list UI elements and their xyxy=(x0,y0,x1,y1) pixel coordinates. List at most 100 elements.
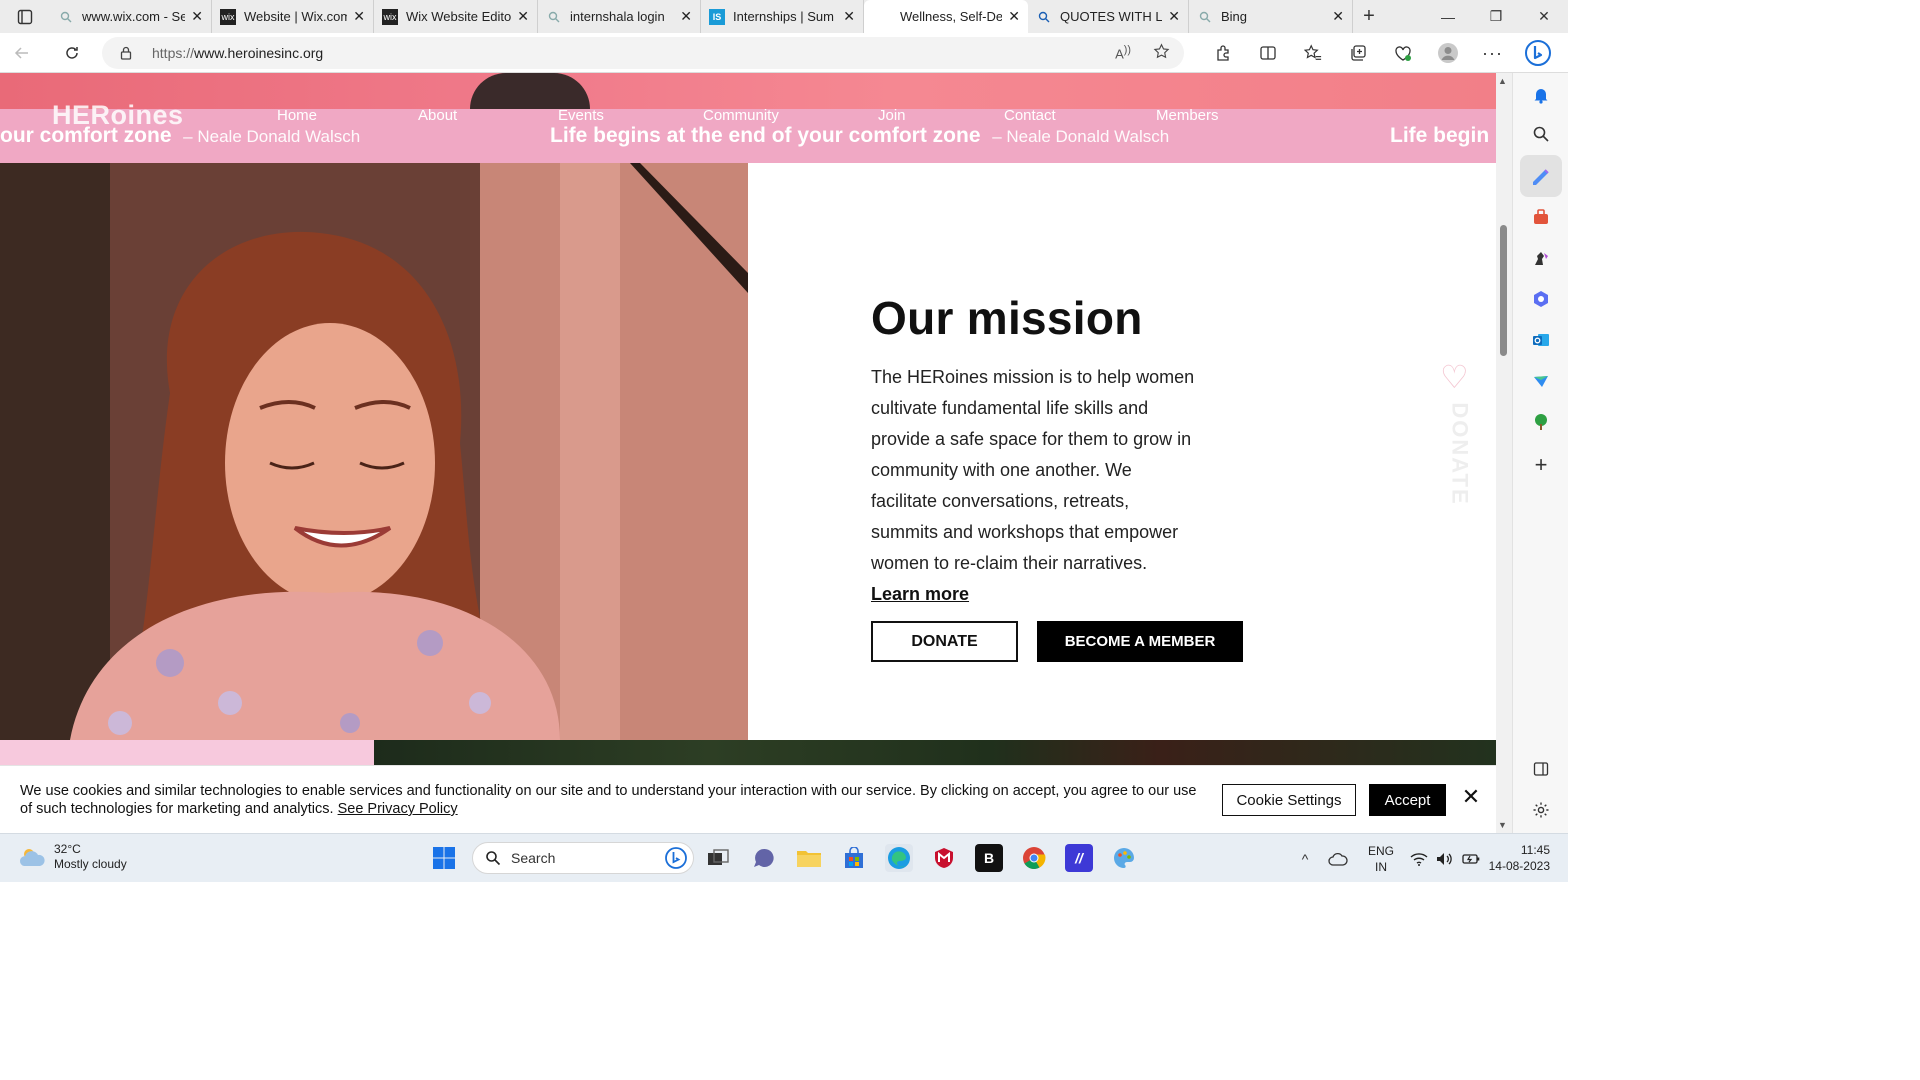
page-scrollbar[interactable]: ▲ ▼ xyxy=(1496,73,1512,833)
tab-actions-button[interactable] xyxy=(0,0,50,33)
chevron-up-icon[interactable]: ^ xyxy=(1290,851,1320,867)
task-view-icon[interactable] xyxy=(704,844,732,872)
settings-more-icon[interactable]: ··· xyxy=(1470,33,1515,73)
browser-tab[interactable]: Bing ✕ xyxy=(1189,0,1353,33)
file-explorer-icon[interactable] xyxy=(795,844,823,872)
close-tab-icon[interactable]: ✕ xyxy=(191,8,203,25)
close-tab-icon[interactable]: ✕ xyxy=(680,8,692,25)
mcafee-icon[interactable] xyxy=(930,844,958,872)
back-button[interactable] xyxy=(0,33,44,73)
shopping-icon[interactable] xyxy=(1527,203,1555,231)
side-donate-widget[interactable]: ♡ DONATE xyxy=(1436,361,1476,511)
games-icon[interactable] xyxy=(1527,244,1555,272)
browser-tab-bar: www.wix.com - Se ✕ wix Website | Wix.com… xyxy=(0,0,1568,33)
browser-tab[interactable]: QUOTES WITH LE ✕ xyxy=(1028,0,1189,33)
scroll-up-icon[interactable]: ▲ xyxy=(1498,76,1507,86)
search-icon xyxy=(486,851,501,866)
chrome-icon[interactable] xyxy=(1020,844,1048,872)
hide-sidebar-icon[interactable] xyxy=(1527,755,1555,783)
profile-avatar-icon[interactable] xyxy=(1425,33,1470,73)
system-tray: ^ ENG IN xyxy=(1290,834,1484,883)
microsoft-store-icon[interactable] xyxy=(840,844,868,872)
close-tab-icon[interactable]: ✕ xyxy=(517,8,529,25)
cookie-message: We use cookies and similar technologies … xyxy=(20,782,1200,818)
add-sidebar-app-icon[interactable]: + xyxy=(1527,451,1555,479)
microsoft-365-icon[interactable] xyxy=(1527,285,1555,313)
browser-tab[interactable]: wix Wix Website Edito ✕ xyxy=(374,0,538,33)
hero-image-subject xyxy=(470,73,590,109)
browser-tab[interactable]: IS Internships | Sum ✕ xyxy=(701,0,864,33)
collections-icon[interactable] xyxy=(1335,33,1380,73)
windows-start-icon[interactable] xyxy=(432,846,456,870)
nav-link-join[interactable]: Join xyxy=(878,107,906,124)
cookie-banner: We use cookies and similar technologies … xyxy=(0,765,1496,833)
cookie-accept-button[interactable]: Accept xyxy=(1369,784,1446,816)
bing-copilot-icon[interactable] xyxy=(1515,33,1560,73)
search-icon[interactable] xyxy=(1527,120,1555,148)
favorites-icon[interactable] xyxy=(1290,33,1335,73)
maximize-icon[interactable]: ❐ xyxy=(1472,0,1520,33)
address-bar[interactable]: https://www.heroinesinc.org A)) xyxy=(102,37,1184,69)
volume-icon[interactable] xyxy=(1432,852,1458,866)
marquee-quote: our comfort zone – Neale Donald Walsch xyxy=(0,124,360,148)
language-indicator[interactable]: ENG IN xyxy=(1356,843,1406,875)
cloud-icon xyxy=(19,849,45,866)
notification-bell-icon[interactable] xyxy=(1527,81,1555,109)
b-app-icon[interactable]: B xyxy=(975,844,1003,872)
close-icon[interactable]: ✕ xyxy=(1460,786,1482,808)
close-tab-icon[interactable]: ✕ xyxy=(843,8,855,25)
close-tab-icon[interactable]: ✕ xyxy=(353,8,365,25)
tab-title: QUOTES WITH LE xyxy=(1060,9,1163,24)
nav-link-about[interactable]: About xyxy=(418,107,457,124)
close-window-icon[interactable]: ✕ xyxy=(1520,0,1568,33)
nav-link-home[interactable]: Home xyxy=(277,107,317,124)
nav-link-events[interactable]: Events xyxy=(558,107,604,124)
sidebar-settings-gear-icon[interactable] xyxy=(1527,796,1555,824)
close-tab-icon[interactable]: ✕ xyxy=(1168,8,1180,25)
weather-widget[interactable]: 32°C Mostly cloudy xyxy=(18,842,127,872)
cookie-settings-button[interactable]: Cookie Settings xyxy=(1222,784,1356,816)
split-screen-icon[interactable] xyxy=(1245,33,1290,73)
nav-link-contact[interactable]: Contact xyxy=(1004,107,1056,124)
nav-link-members[interactable]: Members xyxy=(1156,107,1219,124)
refresh-button[interactable] xyxy=(50,33,94,73)
browser-essentials-icon[interactable] xyxy=(1380,33,1425,73)
browser-tab[interactable]: wix Website | Wix.com ✕ xyxy=(212,0,374,33)
teams-chat-icon[interactable] xyxy=(750,844,778,872)
paint-icon[interactable] xyxy=(1110,844,1138,872)
scrollbar-thumb[interactable] xyxy=(1500,225,1507,356)
wifi-icon[interactable] xyxy=(1406,852,1432,866)
vscode-like-icon[interactable]: // xyxy=(1065,844,1093,872)
learn-more-link[interactable]: Learn more xyxy=(871,584,969,604)
extensions-icon[interactable] xyxy=(1200,33,1245,73)
mission-body: The HERoines mission is to help women cu… xyxy=(871,362,1201,610)
favorite-star-icon[interactable] xyxy=(1153,43,1170,63)
scroll-down-icon[interactable]: ▼ xyxy=(1498,820,1507,830)
close-tab-icon[interactable]: ✕ xyxy=(1332,8,1344,25)
taskbar-search-box[interactable]: Search xyxy=(472,842,694,874)
browser-tab[interactable]: www.wix.com - Se ✕ xyxy=(50,0,212,33)
web-page: HERoines Home About Events Community Joi… xyxy=(0,73,1496,833)
privacy-policy-link[interactable]: See Privacy Policy xyxy=(338,801,458,817)
onedrive-cloud-icon[interactable] xyxy=(1320,852,1356,866)
drop-icon[interactable] xyxy=(1527,367,1555,395)
outlook-icon[interactable] xyxy=(1527,326,1555,354)
url-text[interactable]: https://www.heroinesinc.org xyxy=(152,45,323,61)
system-clock[interactable]: 11:45 14-08-2023 xyxy=(1476,842,1550,874)
close-tab-icon[interactable]: ✕ xyxy=(1008,8,1020,25)
designer-icon[interactable] xyxy=(1520,155,1562,197)
nav-link-community[interactable]: Community xyxy=(703,107,779,124)
tree-icon[interactable] xyxy=(1527,408,1555,436)
lock-icon[interactable] xyxy=(120,46,134,60)
weather-temperature: 32°C xyxy=(54,842,81,856)
minimize-icon[interactable]: — xyxy=(1424,0,1472,33)
become-member-button[interactable]: BECOME A MEMBER xyxy=(1037,621,1243,662)
donate-button[interactable]: DONATE xyxy=(871,621,1018,662)
read-aloud-icon[interactable]: A)) xyxy=(1115,44,1131,61)
browser-tab-active[interactable]: Wellness, Self-De ✕ xyxy=(864,0,1028,33)
tab-title: Website | Wix.com xyxy=(244,9,348,24)
edge-browser-icon[interactable] xyxy=(885,844,913,872)
new-tab-button[interactable]: + xyxy=(1353,0,1385,33)
browser-tab[interactable]: internshala login ✕ xyxy=(538,0,701,33)
marquee-quote-text: Life begin xyxy=(1390,124,1490,147)
